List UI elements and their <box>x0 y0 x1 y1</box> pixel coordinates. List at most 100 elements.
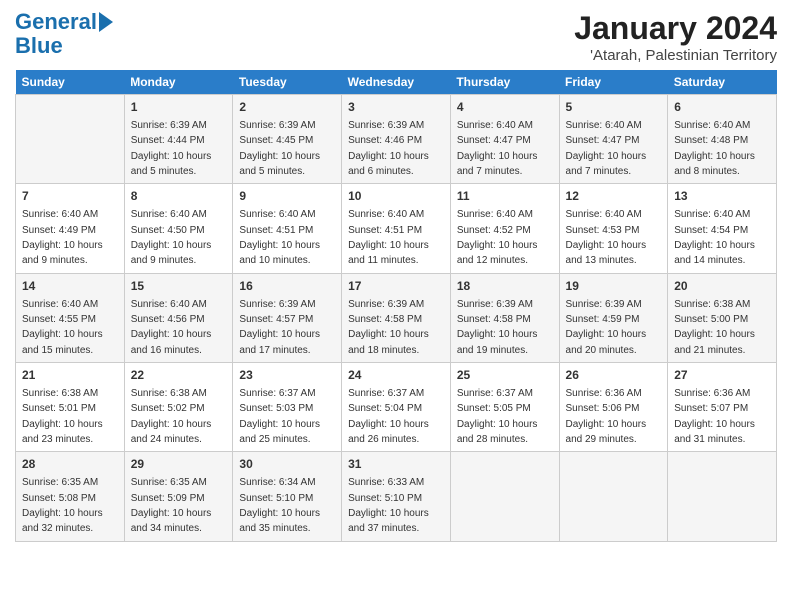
day-sunset: Sunset: 5:01 PM <box>22 403 96 414</box>
day-daylight: Daylight: 10 hours and 17 minutes. <box>239 329 320 355</box>
table-row: 5 Sunrise: 6:40 AM Sunset: 4:47 PM Dayli… <box>559 95 668 184</box>
table-row: 6 Sunrise: 6:40 AM Sunset: 4:48 PM Dayli… <box>668 95 777 184</box>
table-row: 17 Sunrise: 6:39 AM Sunset: 4:58 PM Dayl… <box>342 273 451 362</box>
day-sunrise: Sunrise: 6:40 AM <box>457 120 533 131</box>
day-sunrise: Sunrise: 6:40 AM <box>566 120 642 131</box>
day-daylight: Daylight: 10 hours and 16 minutes. <box>131 329 212 355</box>
table-row: 30 Sunrise: 6:34 AM Sunset: 5:10 PM Dayl… <box>233 452 342 541</box>
table-row: 27 Sunrise: 6:36 AM Sunset: 5:07 PM Dayl… <box>668 363 777 452</box>
day-daylight: Daylight: 10 hours and 5 minutes. <box>131 151 212 177</box>
day-daylight: Daylight: 10 hours and 24 minutes. <box>131 419 212 445</box>
day-daylight: Daylight: 10 hours and 9 minutes. <box>131 240 212 266</box>
table-row: 12 Sunrise: 6:40 AM Sunset: 4:53 PM Dayl… <box>559 184 668 273</box>
day-number: 22 <box>131 367 227 384</box>
logo-text: General <box>15 10 97 34</box>
day-sunset: Sunset: 4:47 PM <box>457 135 531 146</box>
day-sunrise: Sunrise: 6:40 AM <box>131 299 207 310</box>
logo: General Blue <box>15 10 113 58</box>
day-sunset: Sunset: 4:51 PM <box>348 225 422 236</box>
day-sunrise: Sunrise: 6:34 AM <box>239 477 315 488</box>
day-number: 26 <box>566 367 662 384</box>
day-sunrise: Sunrise: 6:40 AM <box>566 209 642 220</box>
day-daylight: Daylight: 10 hours and 11 minutes. <box>348 240 429 266</box>
table-row: 22 Sunrise: 6:38 AM Sunset: 5:02 PM Dayl… <box>124 363 233 452</box>
calendar-table: Sunday Monday Tuesday Wednesday Thursday… <box>15 70 777 542</box>
day-sunset: Sunset: 4:48 PM <box>674 135 748 146</box>
day-sunset: Sunset: 4:46 PM <box>348 135 422 146</box>
header-tuesday: Tuesday <box>233 70 342 95</box>
day-sunrise: Sunrise: 6:40 AM <box>457 209 533 220</box>
day-number: 27 <box>674 367 770 384</box>
day-sunrise: Sunrise: 6:38 AM <box>22 388 98 399</box>
logo-blue-text: Blue <box>15 34 63 58</box>
day-sunrise: Sunrise: 6:39 AM <box>566 299 642 310</box>
table-row: 18 Sunrise: 6:39 AM Sunset: 4:58 PM Dayl… <box>450 273 559 362</box>
day-sunrise: Sunrise: 6:40 AM <box>674 120 750 131</box>
header-sunday: Sunday <box>16 70 125 95</box>
day-sunset: Sunset: 4:59 PM <box>566 314 640 325</box>
day-sunrise: Sunrise: 6:40 AM <box>22 209 98 220</box>
day-sunrise: Sunrise: 6:40 AM <box>22 299 98 310</box>
main-container: General Blue January 2024 'Atarah, Pales… <box>0 0 792 612</box>
day-daylight: Daylight: 10 hours and 32 minutes. <box>22 508 103 534</box>
day-sunrise: Sunrise: 6:40 AM <box>348 209 424 220</box>
day-number: 3 <box>348 99 444 116</box>
day-sunrise: Sunrise: 6:40 AM <box>674 209 750 220</box>
day-daylight: Daylight: 10 hours and 37 minutes. <box>348 508 429 534</box>
day-sunset: Sunset: 4:54 PM <box>674 225 748 236</box>
header-saturday: Saturday <box>668 70 777 95</box>
day-sunset: Sunset: 4:58 PM <box>457 314 531 325</box>
day-number: 1 <box>131 99 227 116</box>
day-sunrise: Sunrise: 6:40 AM <box>131 209 207 220</box>
day-sunrise: Sunrise: 6:39 AM <box>131 120 207 131</box>
table-row: 24 Sunrise: 6:37 AM Sunset: 5:04 PM Dayl… <box>342 363 451 452</box>
day-sunrise: Sunrise: 6:39 AM <box>239 120 315 131</box>
day-sunset: Sunset: 4:57 PM <box>239 314 313 325</box>
day-number: 9 <box>239 188 335 205</box>
day-number: 14 <box>22 278 118 295</box>
day-sunset: Sunset: 5:10 PM <box>348 493 422 504</box>
day-sunrise: Sunrise: 6:35 AM <box>131 477 207 488</box>
table-row: 3 Sunrise: 6:39 AM Sunset: 4:46 PM Dayli… <box>342 95 451 184</box>
day-sunrise: Sunrise: 6:35 AM <box>22 477 98 488</box>
day-sunset: Sunset: 4:49 PM <box>22 225 96 236</box>
header-friday: Friday <box>559 70 668 95</box>
day-sunrise: Sunrise: 6:36 AM <box>566 388 642 399</box>
table-row: 16 Sunrise: 6:39 AM Sunset: 4:57 PM Dayl… <box>233 273 342 362</box>
day-number: 16 <box>239 278 335 295</box>
table-row: 15 Sunrise: 6:40 AM Sunset: 4:56 PM Dayl… <box>124 273 233 362</box>
day-sunrise: Sunrise: 6:37 AM <box>239 388 315 399</box>
day-daylight: Daylight: 10 hours and 8 minutes. <box>674 151 755 177</box>
day-number: 17 <box>348 278 444 295</box>
day-sunset: Sunset: 4:55 PM <box>22 314 96 325</box>
day-number: 23 <box>239 367 335 384</box>
day-sunset: Sunset: 4:53 PM <box>566 225 640 236</box>
day-number: 25 <box>457 367 553 384</box>
day-sunset: Sunset: 5:03 PM <box>239 403 313 414</box>
day-sunset: Sunset: 4:58 PM <box>348 314 422 325</box>
table-row: 10 Sunrise: 6:40 AM Sunset: 4:51 PM Dayl… <box>342 184 451 273</box>
table-row <box>559 452 668 541</box>
day-sunset: Sunset: 5:07 PM <box>674 403 748 414</box>
day-number: 31 <box>348 456 444 473</box>
header: General Blue January 2024 'Atarah, Pales… <box>15 10 777 64</box>
day-daylight: Daylight: 10 hours and 19 minutes. <box>457 329 538 355</box>
day-daylight: Daylight: 10 hours and 20 minutes. <box>566 329 647 355</box>
calendar-week-row: 1 Sunrise: 6:39 AM Sunset: 4:44 PM Dayli… <box>16 95 777 184</box>
calendar-header-row: Sunday Monday Tuesday Wednesday Thursday… <box>16 70 777 95</box>
day-sunrise: Sunrise: 6:37 AM <box>457 388 533 399</box>
day-sunset: Sunset: 4:50 PM <box>131 225 205 236</box>
table-row <box>16 95 125 184</box>
day-sunrise: Sunrise: 6:39 AM <box>348 120 424 131</box>
table-row: 20 Sunrise: 6:38 AM Sunset: 5:00 PM Dayl… <box>668 273 777 362</box>
table-row: 29 Sunrise: 6:35 AM Sunset: 5:09 PM Dayl… <box>124 452 233 541</box>
day-sunrise: Sunrise: 6:39 AM <box>348 299 424 310</box>
day-number: 15 <box>131 278 227 295</box>
day-daylight: Daylight: 10 hours and 13 minutes. <box>566 240 647 266</box>
day-sunset: Sunset: 5:04 PM <box>348 403 422 414</box>
day-daylight: Daylight: 10 hours and 28 minutes. <box>457 419 538 445</box>
calendar-title: January 2024 <box>574 10 777 47</box>
day-number: 18 <box>457 278 553 295</box>
table-row: 8 Sunrise: 6:40 AM Sunset: 4:50 PM Dayli… <box>124 184 233 273</box>
day-number: 29 <box>131 456 227 473</box>
